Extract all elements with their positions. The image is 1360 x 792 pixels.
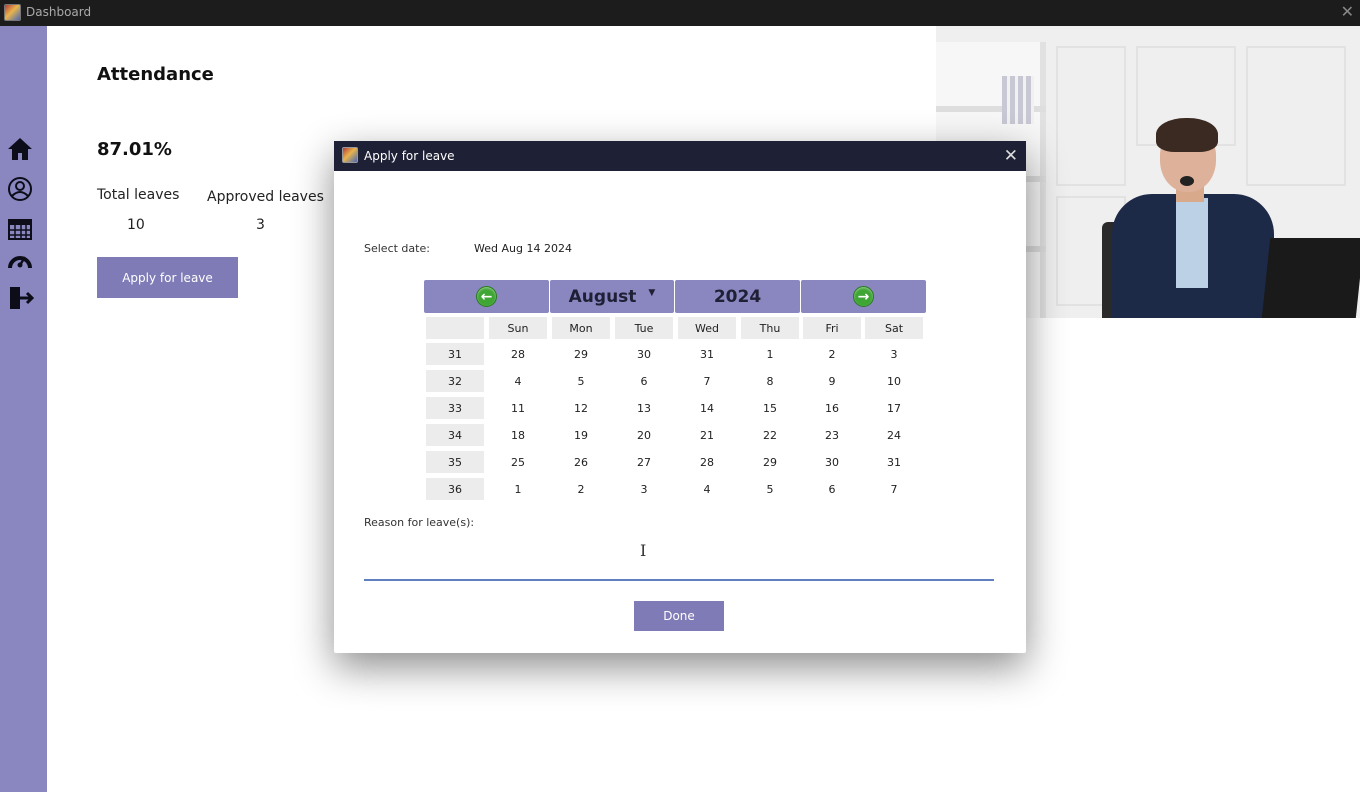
dashboard-gauge-icon[interactable] <box>6 248 34 274</box>
attendance-percentage: 87.01% <box>97 139 172 160</box>
calendar-day[interactable]: 26 <box>552 451 610 473</box>
dialog-titlebar: Apply for leave ✕ <box>334 141 1026 171</box>
calendar-day[interactable]: 15 <box>741 397 799 419</box>
calendar-day[interactable]: 12 <box>552 397 610 419</box>
total-leaves-value: 10 <box>127 217 145 233</box>
page-title: Attendance <box>97 64 214 85</box>
calendar-day[interactable]: 3 <box>615 478 673 500</box>
done-button[interactable]: Done <box>634 601 724 631</box>
calendar-day[interactable]: 7 <box>678 370 736 392</box>
calendar-day[interactable]: 6 <box>615 370 673 392</box>
window-titlebar: Dashboard ✕ <box>0 0 1360 26</box>
calendar-day[interactable]: 29 <box>552 343 610 365</box>
calendar-day[interactable]: 27 <box>615 451 673 473</box>
calendar-day[interactable]: 28 <box>489 343 547 365</box>
apply-for-leave-button[interactable]: Apply for leave <box>97 257 238 298</box>
calendar-day[interactable]: 6 <box>803 478 861 500</box>
calendar-day[interactable]: 8 <box>741 370 799 392</box>
day-header-sat: Sat <box>865 317 923 339</box>
week-number: 33 <box>426 397 484 419</box>
approved-leaves-label: Approved leaves <box>207 189 324 205</box>
week-number: 34 <box>426 424 484 446</box>
calendar-day[interactable]: 5 <box>741 478 799 500</box>
calendar-day[interactable]: 16 <box>803 397 861 419</box>
selected-date-value: Wed Aug 14 2024 <box>474 242 572 255</box>
calendar-day[interactable]: 17 <box>865 397 923 419</box>
week-number: 31 <box>426 343 484 365</box>
calendar-day[interactable]: 11 <box>489 397 547 419</box>
day-header-wed: Wed <box>678 317 736 339</box>
calendar-day[interactable]: 14 <box>678 397 736 419</box>
day-header-tue: Tue <box>615 317 673 339</box>
week-number: 32 <box>426 370 484 392</box>
calendar-day[interactable]: 21 <box>678 424 736 446</box>
dropdown-arrow-icon: ▼ <box>648 287 656 298</box>
calendar-day[interactable]: 24 <box>865 424 923 446</box>
apply-leave-dialog: Apply for leave ✕ Select date: Wed Aug 1… <box>334 141 1026 653</box>
calendar-header: ← August ▼ 2024 → <box>424 280 926 313</box>
day-header-mon: Mon <box>552 317 610 339</box>
calendar-day[interactable]: 25 <box>489 451 547 473</box>
reason-input[interactable] <box>364 533 994 581</box>
calendar-day[interactable]: 5 <box>552 370 610 392</box>
select-date-label: Select date: <box>364 242 430 255</box>
day-header-sun: Sun <box>489 317 547 339</box>
window-close-icon[interactable]: ✕ <box>1341 2 1354 21</box>
calendar-day[interactable]: 7 <box>865 478 923 500</box>
calendar-day[interactable]: 23 <box>803 424 861 446</box>
calendar-icon[interactable] <box>6 216 34 242</box>
calendar-day[interactable]: 4 <box>678 478 736 500</box>
sidebar <box>0 26 47 792</box>
prev-month-button[interactable]: ← <box>424 280 549 313</box>
window-title: Dashboard <box>26 5 92 19</box>
year-label: 2024 <box>713 286 762 307</box>
calendar-day[interactable]: 19 <box>552 424 610 446</box>
calendar-day[interactable]: 30 <box>803 451 861 473</box>
arrow-right-icon: → <box>853 286 874 307</box>
calendar-day[interactable]: 1 <box>741 343 799 365</box>
total-leaves-label: Total leaves <box>97 187 180 203</box>
calendar-day[interactable]: 20 <box>615 424 673 446</box>
calendar-day[interactable]: 18 <box>489 424 547 446</box>
reason-label: Reason for leave(s): <box>364 516 475 529</box>
year-selector[interactable]: 2024 <box>675 280 800 313</box>
calendar-day[interactable]: 1 <box>489 478 547 500</box>
profile-icon[interactable] <box>6 176 34 202</box>
calendar-day[interactable]: 28 <box>678 451 736 473</box>
next-month-button[interactable]: → <box>801 280 926 313</box>
logout-icon[interactable] <box>6 285 35 311</box>
dialog-close-icon[interactable]: ✕ <box>1004 146 1018 166</box>
home-icon[interactable] <box>6 136 34 162</box>
calendar-day[interactable]: 3 <box>865 343 923 365</box>
text-cursor-icon: I <box>640 541 647 560</box>
calendar-day[interactable]: 2 <box>552 478 610 500</box>
calendar-day[interactable]: 13 <box>615 397 673 419</box>
app-logo-icon <box>342 147 358 163</box>
day-header-thu: Thu <box>741 317 799 339</box>
week-header-blank <box>426 317 484 339</box>
calendar-day[interactable]: 22 <box>741 424 799 446</box>
week-number: 35 <box>426 451 484 473</box>
approved-leaves-value: 3 <box>256 217 265 233</box>
week-number: 36 <box>426 478 484 500</box>
month-label: August <box>568 286 637 307</box>
calendar-day[interactable]: 4 <box>489 370 547 392</box>
calendar-day[interactable]: 31 <box>865 451 923 473</box>
calendar-day[interactable]: 31 <box>678 343 736 365</box>
month-dropdown[interactable]: August ▼ <box>550 280 674 313</box>
dialog-title: Apply for leave <box>364 149 455 163</box>
calendar-day[interactable]: 2 <box>803 343 861 365</box>
calendar-day[interactable]: 30 <box>615 343 673 365</box>
calendar-day[interactable]: 9 <box>803 370 861 392</box>
calendar-day[interactable]: 10 <box>865 370 923 392</box>
day-header-fri: Fri <box>803 317 861 339</box>
app-logo-icon <box>4 4 21 21</box>
arrow-left-icon: ← <box>476 286 497 307</box>
calendar-day[interactable]: 29 <box>741 451 799 473</box>
